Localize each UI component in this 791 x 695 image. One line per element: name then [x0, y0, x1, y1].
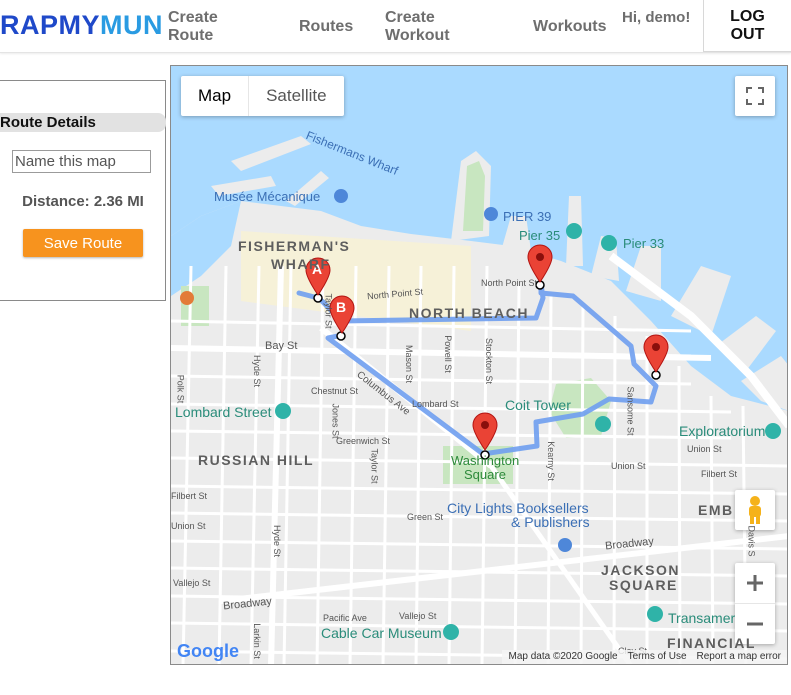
- minus-icon: [747, 622, 763, 626]
- fullscreen-icon: [746, 87, 764, 105]
- zoom-out-button[interactable]: [735, 604, 775, 644]
- save-route-button[interactable]: Save Route: [23, 229, 143, 257]
- brand-part2: MUN: [100, 10, 164, 40]
- map-type-control: Map Satellite: [181, 76, 344, 116]
- zoom-in-button[interactable]: [735, 563, 775, 604]
- street-view-pegman-button[interactable]: [735, 490, 775, 530]
- map-canvas[interactable]: Map Satellite A B Fishermans Wharf Musée…: [170, 65, 788, 665]
- top-nav: RAPMYMUN Create Route Routes Create Work…: [0, 0, 791, 53]
- route-waypoint-marker[interactable]: [526, 243, 554, 283]
- brand-part1: RAPMY: [0, 10, 101, 40]
- route-waypoint-marker[interactable]: [642, 333, 670, 373]
- route-details-title: Route Details: [0, 113, 166, 132]
- map-attribution: Map data ©2020 Google Terms of Use Repor…: [502, 650, 787, 664]
- brand-logo[interactable]: RAPMYMUN: [0, 10, 163, 41]
- logout-label: LOG OUT: [730, 7, 765, 43]
- route-marker-a[interactable]: [304, 256, 332, 296]
- terms-of-use-link[interactable]: Terms of Use: [628, 650, 687, 664]
- nav-create-workout[interactable]: Create Workout: [385, 9, 455, 45]
- map-type-map-button[interactable]: Map: [181, 76, 248, 116]
- route-waypoint-marker[interactable]: [471, 411, 499, 451]
- report-map-error-link[interactable]: Report a map error: [697, 650, 781, 664]
- user-greeting: Hi, demo!: [622, 9, 691, 26]
- logout-button[interactable]: LOG OUT: [703, 0, 791, 52]
- map-type-satellite-button[interactable]: Satellite: [248, 76, 343, 116]
- zoom-control: [735, 563, 775, 644]
- nav-workouts[interactable]: Workouts: [533, 18, 606, 36]
- plus-icon: [747, 575, 763, 591]
- map-base: [171, 66, 787, 664]
- pegman-icon: [749, 496, 761, 524]
- nav-routes[interactable]: Routes: [299, 18, 353, 36]
- map-data-credit: Map data ©2020 Google: [508, 651, 618, 662]
- route-marker-b[interactable]: [328, 294, 356, 334]
- nav-create-route[interactable]: Create Route: [168, 9, 228, 45]
- distance-readout: Distance: 2.36 MI: [22, 193, 144, 210]
- route-name-input[interactable]: [12, 150, 151, 173]
- fullscreen-button[interactable]: [735, 76, 775, 116]
- route-details-panel: Route Details Distance: 2.36 MI Save Rou…: [0, 80, 166, 301]
